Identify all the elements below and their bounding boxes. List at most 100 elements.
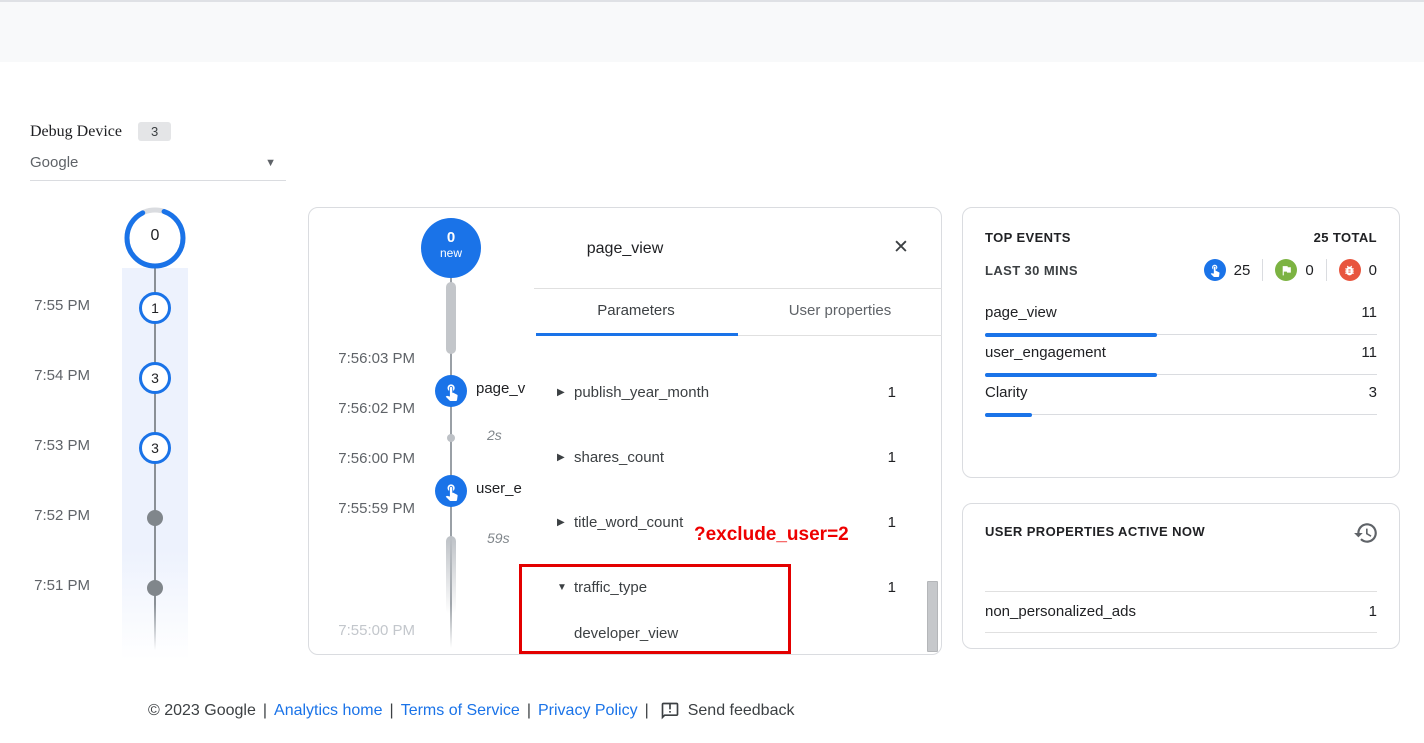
event-count: 3: [1369, 384, 1377, 401]
top-events-panel: TOP EVENTS 25 TOTAL LAST 30 MINS 25 0: [962, 207, 1400, 478]
tap-event-icon[interactable]: [435, 375, 467, 407]
param-value: 1: [888, 447, 896, 469]
flag-icon: [1275, 259, 1297, 281]
stream-thick-segment: [446, 282, 456, 354]
history-icon[interactable]: [1351, 518, 1381, 548]
stream-event-name[interactable]: page_v: [476, 380, 534, 397]
top-event-row[interactable]: Clarity 3: [985, 375, 1377, 415]
error-count: 0: [1369, 262, 1377, 279]
debugview-screen: Debug Device 3 Google ▼ 0 7:55 PM 1 7:54…: [0, 0, 1424, 743]
param-value: 1: [888, 382, 896, 404]
timeline-time-label: 7:53 PM: [18, 437, 90, 454]
tab-baseline: [738, 335, 942, 336]
stream-timestamp: 7:55:59 PM: [319, 500, 415, 517]
user-property-name: non_personalized_ads: [985, 603, 1136, 620]
top-event-row[interactable]: user_engagement 11: [985, 335, 1377, 375]
close-icon[interactable]: ✕: [887, 234, 915, 262]
param-row[interactable]: ▶ publish_year_month 1: [549, 382, 901, 404]
counter-divider: [1326, 259, 1327, 281]
bug-icon: [1339, 259, 1361, 281]
timeline-time-label: 7:55 PM: [18, 297, 90, 314]
conversion-counter: 0: [1275, 259, 1313, 281]
stream-mini-dot: [447, 434, 455, 442]
tap-events-counter: 25: [1204, 259, 1251, 281]
param-row[interactable]: ▶ shares_count 1: [549, 447, 901, 469]
user-properties-title: USER PROPERTIES ACTIVE NOW: [985, 524, 1205, 539]
event-name: Clarity: [985, 384, 1028, 401]
scrollbar-thumb[interactable]: [927, 581, 938, 652]
terms-of-service-link[interactable]: Terms of Service: [401, 702, 520, 720]
spinner-count: 0: [122, 227, 188, 245]
param-name: shares_count: [574, 447, 664, 469]
debug-device-label: Debug Device: [30, 123, 122, 141]
device-select-dropdown[interactable]: Google ▼: [30, 148, 286, 181]
tap-event-icon[interactable]: [435, 475, 467, 507]
debug-device-label-row: Debug Device 3: [30, 122, 171, 141]
stream-timestamp: 7:56:00 PM: [319, 450, 415, 467]
tab-user-properties[interactable]: User properties: [738, 289, 942, 336]
last-30-mins-label: LAST 30 MINS: [985, 263, 1078, 278]
tap-events-icon: [1204, 259, 1226, 281]
active-tab-underline: [536, 333, 738, 336]
footer-separator: |: [527, 702, 531, 720]
chevron-down-icon: ▼: [265, 157, 276, 169]
event-name: user_engagement: [985, 344, 1106, 361]
analytics-home-link[interactable]: Analytics home: [274, 702, 383, 720]
event-bar: [985, 413, 1032, 417]
dialog-title: page_view: [309, 240, 941, 258]
timeline-minute-dot[interactable]: [147, 510, 163, 526]
timeline-minute-bubble[interactable]: 3: [139, 362, 171, 394]
expander-collapsed-icon: ▶: [557, 517, 565, 528]
privacy-policy-link[interactable]: Privacy Policy: [538, 702, 638, 720]
timeline-time-label: 7:54 PM: [18, 367, 90, 384]
feedback-icon: [660, 701, 680, 721]
stream-gap-label: 59s: [487, 530, 510, 546]
stream-thick-segment: [446, 536, 456, 614]
error-counter: 0: [1339, 259, 1377, 281]
top-events-subheader: LAST 30 MINS 25 0: [985, 258, 1377, 282]
top-events-title: TOP EVENTS: [985, 230, 1071, 245]
stream-timestamp-faded: 7:55:00 PM: [319, 622, 415, 639]
timeline-minute-dot[interactable]: [147, 580, 163, 596]
event-count: 11: [1361, 344, 1377, 361]
send-feedback-link[interactable]: Send feedback: [688, 702, 795, 720]
top-header-bar: [0, 0, 1424, 62]
tab-parameters[interactable]: Parameters: [534, 289, 738, 336]
stream-event-name[interactable]: user_e: [476, 480, 534, 497]
event-detail-dialog: 0 new page_view ✕ Parameters User proper…: [308, 207, 942, 655]
user-property-row[interactable]: non_personalized_ads 1: [985, 591, 1377, 633]
expander-collapsed-icon: ▶: [557, 387, 565, 398]
footer-separator: |: [645, 702, 649, 720]
stream-gap-label: 2s: [487, 427, 502, 443]
copyright-text: © 2023 Google: [148, 702, 256, 720]
counter-divider: [1262, 259, 1263, 281]
top-events-header: TOP EVENTS 25 TOTAL: [985, 230, 1377, 245]
annotation-rectangle: [519, 564, 791, 654]
top-event-row[interactable]: page_view 11: [985, 295, 1377, 335]
timeline-time-label: 7:51 PM: [18, 577, 90, 594]
timeline-minute-bubble[interactable]: 1: [139, 292, 171, 324]
annotation-text: ?exclude_user=2: [694, 524, 849, 546]
tap-events-count: 25: [1234, 262, 1251, 279]
footer-separator: |: [390, 702, 394, 720]
param-name: title_word_count: [574, 512, 683, 534]
event-count: 11: [1361, 304, 1377, 321]
user-property-value: 1: [1369, 603, 1377, 620]
param-name: publish_year_month: [574, 382, 709, 404]
event-name: page_view: [985, 304, 1057, 321]
footer-separator: |: [263, 702, 267, 720]
timeline-minute-bubble[interactable]: 3: [139, 432, 171, 464]
param-value: 1: [888, 512, 896, 534]
debug-device-count-badge: 3: [138, 122, 171, 141]
stream-timestamp: 7:56:02 PM: [319, 400, 415, 417]
expander-collapsed-icon: ▶: [557, 452, 565, 463]
param-value: 1: [888, 577, 896, 599]
timeline-loading-spinner: 0: [122, 205, 188, 271]
dialog-tabs: Parameters User properties: [534, 289, 942, 336]
top-events-total: 25 TOTAL: [1314, 230, 1377, 245]
event-type-counters: 25 0 0: [1204, 259, 1377, 281]
stream-timestamp: 7:56:03 PM: [319, 350, 415, 367]
device-select-value: Google: [30, 154, 78, 171]
conversion-count: 0: [1305, 262, 1313, 279]
footer: © 2023 Google | Analytics home | Terms o…: [148, 699, 794, 723]
